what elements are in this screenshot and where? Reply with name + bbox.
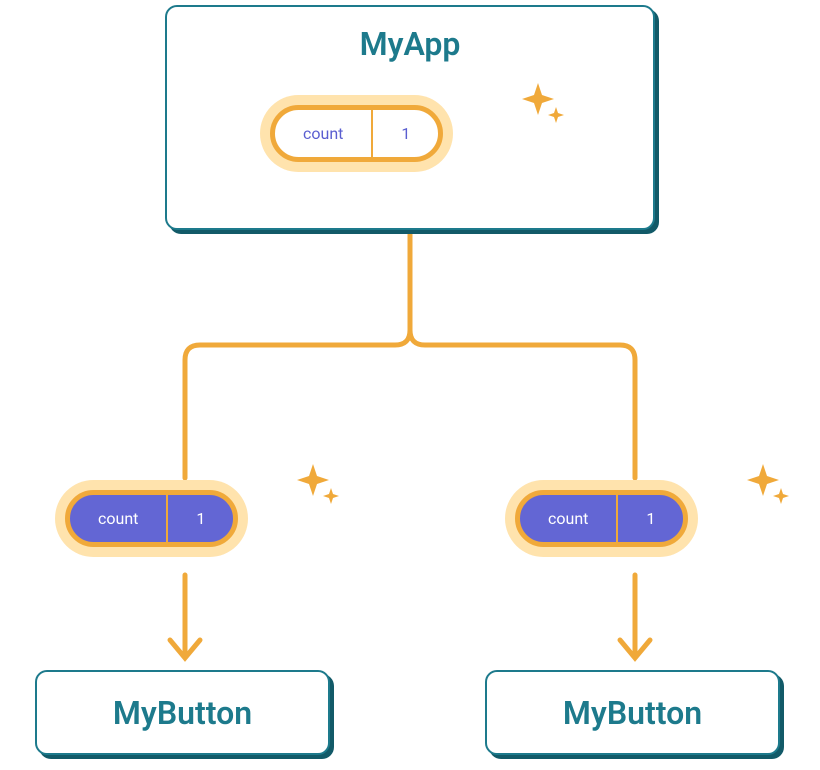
sparkle-icon bbox=[520, 81, 568, 129]
child-title: MyButton bbox=[113, 694, 252, 732]
state-value: 1 bbox=[373, 110, 438, 157]
prop-value: 1 bbox=[168, 495, 233, 542]
prop-value: 1 bbox=[618, 495, 683, 542]
parent-state-pill: count 1 bbox=[260, 95, 453, 172]
child-title: MyButton bbox=[563, 694, 702, 732]
child-component-box: MyButton bbox=[485, 670, 780, 755]
state-label: count bbox=[275, 110, 371, 157]
sparkle-icon bbox=[295, 462, 343, 510]
child-prop-pill: count 1 bbox=[55, 480, 248, 557]
parent-title: MyApp bbox=[360, 25, 461, 63]
prop-label: count bbox=[70, 495, 166, 542]
diagram-canvas: { "parent": { "title": "MyApp", "state":… bbox=[0, 0, 820, 770]
sparkle-icon bbox=[745, 462, 793, 510]
prop-label: count bbox=[520, 495, 616, 542]
child-component-box: MyButton bbox=[35, 670, 330, 755]
child-prop-pill: count 1 bbox=[505, 480, 698, 557]
